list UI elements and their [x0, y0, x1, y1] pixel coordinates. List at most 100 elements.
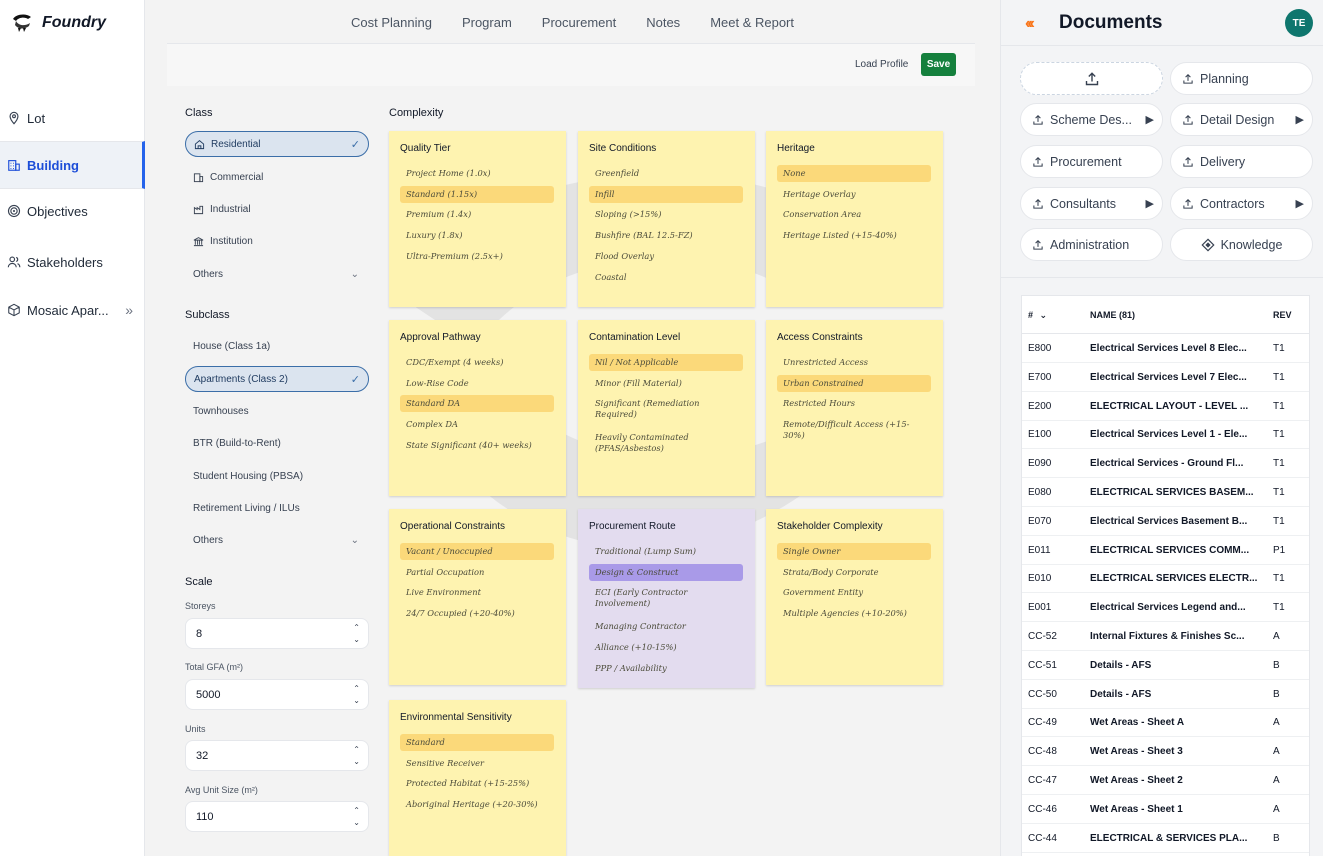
- gfa-stepper[interactable]: ⌃ ⌄: [353, 683, 360, 707]
- card-option[interactable]: Minor (Fill Material): [589, 375, 743, 392]
- card-option[interactable]: Standard (1.15x): [400, 185, 554, 203]
- table-row[interactable]: CC-44 ELECTRICAL & SERVICES PLA... B: [1022, 824, 1309, 853]
- card-option[interactable]: Coastal: [589, 269, 743, 286]
- upload-button[interactable]: [1020, 62, 1163, 95]
- gfa-input[interactable]: 5000 ⌃ ⌄: [185, 679, 369, 710]
- card-option[interactable]: Conservation Area: [777, 206, 931, 223]
- units-stepper[interactable]: ⌃ ⌄: [353, 744, 360, 768]
- class-option-industrial[interactable]: Industrial: [185, 196, 369, 222]
- table-row[interactable]: CC-50 Details - AFS B: [1022, 680, 1309, 709]
- card-option[interactable]: Ultra-Premium (2.5x+): [400, 248, 554, 265]
- sidebar-item-lot[interactable]: Lot: [0, 96, 145, 140]
- table-row[interactable]: CC-48 Wet Areas - Sheet 3 A: [1022, 737, 1309, 767]
- category-administration[interactable]: Administration: [1020, 228, 1163, 261]
- card-option[interactable]: Premium (1.4x): [400, 206, 554, 223]
- card-option[interactable]: Project Home (1.0x): [400, 165, 554, 182]
- table-row[interactable]: E080 ELECTRICAL SERVICES BASEM... T1: [1022, 478, 1309, 507]
- chevron-up-icon[interactable]: ⌃: [353, 744, 360, 756]
- card-option[interactable]: Strata/Body Corporate: [777, 564, 931, 581]
- tab-procurement[interactable]: Procurement: [542, 15, 616, 30]
- table-row[interactable]: E010 ELECTRICAL SERVICES ELECTR... T1: [1022, 564, 1309, 594]
- category-knowledge[interactable]: Knowledge: [1170, 228, 1313, 261]
- sidebar-item-objectives[interactable]: Objectives: [0, 189, 145, 233]
- card-option[interactable]: Bushfire (BAL 12.5-FZ): [589, 227, 743, 244]
- column-rev[interactable]: REV: [1273, 310, 1292, 320]
- card-option[interactable]: Urban Constrained: [777, 374, 931, 392]
- card-option[interactable]: Vacant / Unoccupied: [400, 543, 554, 560]
- table-row[interactable]: E011 ELECTRICAL SERVICES COMM... P1: [1022, 536, 1309, 565]
- collapse-chevrons-icon[interactable]: ‹‹‹: [1025, 15, 1035, 33]
- card-option[interactable]: Standard: [400, 734, 554, 751]
- card-option[interactable]: Single Owner: [777, 543, 931, 560]
- column-name[interactable]: NAME (81): [1090, 310, 1135, 320]
- card-option[interactable]: Infill: [589, 185, 743, 203]
- class-option-others[interactable]: Others ⌄: [185, 261, 369, 287]
- card-option[interactable]: Alliance (+10-15%): [589, 639, 743, 656]
- card-option[interactable]: Protected Habitat (+15-25%): [400, 775, 554, 792]
- card-option[interactable]: Managing Contractor: [589, 618, 743, 635]
- card-option[interactable]: Traditional (Lump Sum): [589, 543, 743, 560]
- card-option[interactable]: Nil / Not Applicable: [589, 354, 743, 371]
- card-option[interactable]: Flood Overlay: [589, 248, 743, 265]
- category-procurement[interactable]: Procurement: [1020, 145, 1163, 178]
- submenu-arrow-icon[interactable]: ▶: [1146, 197, 1154, 210]
- card-option[interactable]: Partial Occupation: [400, 564, 554, 581]
- card-option[interactable]: Design & Construct: [589, 563, 743, 581]
- brand[interactable]: Foundry: [10, 10, 106, 36]
- chevron-down-icon[interactable]: ⌄: [353, 634, 360, 646]
- subclass-option-student-housing[interactable]: Student Housing (PBSA): [185, 463, 369, 489]
- save-button[interactable]: Save: [921, 53, 956, 76]
- sidebar-item-project[interactable]: Mosaic Apar... »: [0, 288, 145, 332]
- card-option[interactable]: Aboriginal Heritage (+20-30%): [400, 796, 554, 813]
- tab-notes[interactable]: Notes: [646, 15, 680, 30]
- category-scheme-design[interactable]: Scheme Des... ▶: [1020, 103, 1163, 136]
- submenu-arrow-icon[interactable]: ▶: [1296, 113, 1304, 126]
- card-option[interactable]: Sloping (>15%): [589, 206, 743, 223]
- chevron-up-icon[interactable]: ⌃: [353, 622, 360, 634]
- card-option[interactable]: Luxury (1.8x): [400, 227, 554, 244]
- chevron-down-icon[interactable]: ⌄: [353, 756, 360, 768]
- table-row[interactable]: E800 Electrical Services Level 8 Elec... T…: [1022, 334, 1309, 363]
- card-option[interactable]: Multiple Agencies (+10-20%): [777, 605, 931, 622]
- table-row[interactable]: E700 Electrical Services Level 7 Elec... T…: [1022, 363, 1309, 392]
- table-row[interactable]: CC-47 Wet Areas - Sheet 2 A: [1022, 766, 1309, 795]
- subclass-option-apartments[interactable]: Apartments (Class 2) ✓: [185, 366, 369, 392]
- subclass-option-townhouses[interactable]: Townhouses: [185, 398, 369, 424]
- submenu-arrow-icon[interactable]: ▶: [1146, 113, 1154, 126]
- card-option[interactable]: Live Environment: [400, 584, 554, 601]
- card-option[interactable]: Complex DA: [400, 416, 554, 433]
- card-option[interactable]: 24/7 Occupied (+20-40%): [400, 605, 554, 622]
- table-row[interactable]: CC-49 Wet Areas - Sheet A A: [1022, 708, 1309, 738]
- card-option[interactable]: Low-Rise Code: [400, 375, 554, 392]
- column-number[interactable]: # ⌄: [1028, 310, 1047, 321]
- card-option[interactable]: Heavily Contaminated (PFAS/Asbestos): [589, 429, 743, 457]
- submenu-arrow-icon[interactable]: ▶: [1296, 197, 1304, 210]
- chevron-down-icon[interactable]: ⌄: [353, 695, 360, 707]
- card-option[interactable]: Heritage Overlay: [777, 186, 931, 203]
- subclass-option-retirement[interactable]: Retirement Living / ILUs: [185, 495, 369, 521]
- card-option[interactable]: Greenfield: [589, 165, 743, 182]
- load-profile-button[interactable]: Load Profile: [855, 59, 908, 70]
- card-option[interactable]: Restricted Hours: [777, 395, 931, 412]
- card-option[interactable]: None: [777, 165, 931, 182]
- category-contractors[interactable]: Contractors ▶: [1170, 187, 1313, 220]
- table-row[interactable]: CC-52 Internal Fixtures & Finishes Sc... A: [1022, 622, 1309, 651]
- storeys-stepper[interactable]: ⌃ ⌄: [353, 622, 360, 646]
- category-delivery[interactable]: Delivery: [1170, 145, 1313, 178]
- sidebar-item-building[interactable]: Building: [0, 141, 145, 189]
- table-row[interactable]: E070 Electrical Services Basement B... T1: [1022, 507, 1309, 536]
- tab-cost-planning[interactable]: Cost Planning: [351, 15, 432, 30]
- class-option-institution[interactable]: Institution: [185, 228, 369, 254]
- card-option[interactable]: CDC/Exempt (4 weeks): [400, 354, 554, 371]
- subclass-option-house[interactable]: House (Class 1a): [185, 333, 369, 359]
- card-option[interactable]: State Significant (40+ weeks): [400, 437, 554, 454]
- expand-icon[interactable]: »: [125, 302, 133, 318]
- subclass-option-others[interactable]: Others ⌄: [185, 527, 369, 553]
- category-consultants[interactable]: Consultants ▶: [1020, 187, 1163, 220]
- table-row[interactable]: E090 Electrical Services - Ground Fl... T1: [1022, 449, 1309, 479]
- unit-size-stepper[interactable]: ⌃ ⌄: [353, 805, 360, 829]
- card-option[interactable]: Sensitive Receiver: [400, 755, 554, 772]
- tab-program[interactable]: Program: [462, 15, 512, 30]
- chevron-down-icon[interactable]: ⌄: [353, 817, 360, 829]
- card-option[interactable]: Remote/Difficult Access (+15-30%): [777, 416, 931, 444]
